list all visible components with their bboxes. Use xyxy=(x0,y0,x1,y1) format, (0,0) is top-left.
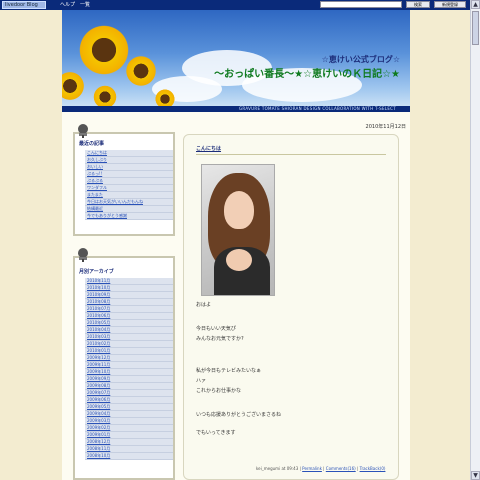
site-logo[interactable]: livedoor Blog xyxy=(2,1,46,9)
scrollbar-thumb[interactable] xyxy=(472,11,479,45)
entry-line: 私が今日もテレビみたいなぁ xyxy=(196,368,262,374)
archive-link[interactable]: 2010年03月 xyxy=(85,334,173,341)
pushpin-icon xyxy=(78,124,88,138)
entry-line: おはよ xyxy=(196,302,212,308)
recent-posts-title: 最近の記事 xyxy=(79,141,105,147)
search-button[interactable]: 検索 xyxy=(406,1,430,8)
archive-link[interactable]: 2009年10月 xyxy=(85,369,173,376)
entry-title[interactable]: こんにちは xyxy=(196,145,221,152)
recent-post-link[interactable]: ぷるぷる xyxy=(85,178,173,185)
archive-link[interactable]: 2010年10月 xyxy=(85,285,173,292)
archive-link[interactable]: 2009年01月 xyxy=(85,432,173,439)
archive-link[interactable]: 2009年09月 xyxy=(85,376,173,383)
header-credit: GRAVURE TOMATE SHIORAN DESIGN COLLABORAT… xyxy=(239,106,396,111)
archive-link[interactable]: 2008年10月 xyxy=(85,453,173,460)
blog-header: ☆恵けい公式ブログ☆ ～おっぱい番長～★☆恵けいのＫ日記☆★ xyxy=(62,10,410,106)
entry-line: でもいってきます xyxy=(196,430,236,436)
scroll-up-icon[interactable]: ▲ xyxy=(471,0,480,9)
archive-link[interactable]: 2010年04月 xyxy=(85,327,173,334)
recent-post-link[interactable]: お久しぶり xyxy=(85,157,173,164)
sunflower-image xyxy=(62,70,86,102)
sunflower-image xyxy=(92,84,118,106)
entry-line: みんなお元気ですか? xyxy=(196,336,244,342)
recent-post-link[interactable]: ぷるっ!! xyxy=(85,171,173,178)
recent-post-link[interactable]: おいしい xyxy=(85,164,173,171)
top-toolbar: livedoor Blog ヘルプ 一覧 検索 新規登録 xyxy=(0,0,470,10)
archive-link[interactable]: 2009年12月 xyxy=(85,355,173,362)
archive-link[interactable]: 2009年11月 xyxy=(85,362,173,369)
recent-post-link[interactable]: 今日はお天気がいいんだもんね xyxy=(85,199,173,206)
recent-post-link[interactable]: 今でもありがとう感謝 xyxy=(85,213,173,220)
pushpin-icon xyxy=(78,248,88,262)
permalink-link[interactable]: Permalink xyxy=(302,466,322,471)
sunflower-image xyxy=(124,54,158,88)
photo-chest xyxy=(226,249,252,271)
register-button[interactable]: 新規登録 xyxy=(434,1,466,8)
archive-list: 2010年11月 2010年10月 2010年09月 2010年08月 2010… xyxy=(85,278,173,460)
blog-title-small[interactable]: ☆恵けい公式ブログ☆ xyxy=(322,54,400,65)
header-credit-bar: GRAVURE TOMATE SHIORAN DESIGN COLLABORAT… xyxy=(62,106,410,112)
archive-link[interactable]: 2009年03月 xyxy=(85,418,173,425)
trackback-link[interactable]: TrackBack(0) xyxy=(360,466,386,471)
blog-title[interactable]: ～おっぱい番長～★☆恵けいのＫ日記☆★ xyxy=(214,65,400,80)
entry-date: 2010年11月12日 xyxy=(365,124,406,130)
entry-line: いつも応援ありがとうございまさるね xyxy=(196,412,282,418)
archive-link[interactable]: 2010年05月 xyxy=(85,320,173,327)
archive-link[interactable]: 2010年07月 xyxy=(85,306,173,313)
entry-line: これからお仕事かな xyxy=(196,388,242,394)
entry-line: ハァ xyxy=(196,378,207,384)
archive-link[interactable]: 2010年08月 xyxy=(85,299,173,306)
archive-link[interactable]: 2008年12月 xyxy=(85,439,173,446)
entry-author: kei_megumi at 09:43 xyxy=(256,466,299,471)
recent-posts-list: こんにちは お久しぶり おいしい ぷるっ!! ぷるぷる ワンダフル またまた 今… xyxy=(85,150,173,220)
recent-post-link[interactable]: ワンダフル xyxy=(85,185,173,192)
archive-title: 月別アーカイブ xyxy=(79,269,114,275)
archive-link[interactable]: 2010年06月 xyxy=(85,313,173,320)
entry-footer: kei_megumi at 09:43 | Permalink | Commen… xyxy=(256,466,386,471)
archive-link[interactable]: 2009年05月 xyxy=(85,404,173,411)
archive-link[interactable]: 2010年01月 xyxy=(85,348,173,355)
entry-line: 今日もいい天気ぴ xyxy=(196,326,236,332)
recent-post-link[interactable]: 結構最近 xyxy=(85,206,173,213)
comments-link[interactable]: Comments(16) xyxy=(326,466,356,471)
archive-link[interactable]: 2009年07月 xyxy=(85,390,173,397)
entry-divider xyxy=(196,154,386,155)
archive-link[interactable]: 2010年09月 xyxy=(85,292,173,299)
archive-link[interactable]: 2008年11月 xyxy=(85,446,173,453)
entry-photo[interactable] xyxy=(201,164,275,296)
recent-post-link[interactable]: こんにちは xyxy=(85,150,173,157)
archive-link[interactable]: 2009年06月 xyxy=(85,397,173,404)
archive-panel: 月別アーカイブ 2010年11月 2010年10月 2010年09月 2010年… xyxy=(73,248,175,480)
toolbar-links[interactable]: ヘルプ 一覧 xyxy=(60,1,90,9)
sunflower-image xyxy=(154,88,176,106)
recent-post-link[interactable]: またまた xyxy=(85,192,173,199)
archive-link[interactable]: 2009年04月 xyxy=(85,411,173,418)
search-input[interactable] xyxy=(320,1,402,8)
photo-face xyxy=(224,191,254,229)
page-scrollbar[interactable]: ▲ ▼ xyxy=(470,0,480,480)
archive-link[interactable]: 2010年02月 xyxy=(85,341,173,348)
archive-link[interactable]: 2010年11月 xyxy=(85,278,173,285)
archive-link[interactable]: 2009年02月 xyxy=(85,425,173,432)
recent-posts-panel: 最近の記事 こんにちは お久しぶり おいしい ぷるっ!! ぷるぷる ワンダフル … xyxy=(73,124,175,236)
scroll-down-icon[interactable]: ▼ xyxy=(471,471,480,480)
archive-link[interactable]: 2009年08月 xyxy=(85,383,173,390)
